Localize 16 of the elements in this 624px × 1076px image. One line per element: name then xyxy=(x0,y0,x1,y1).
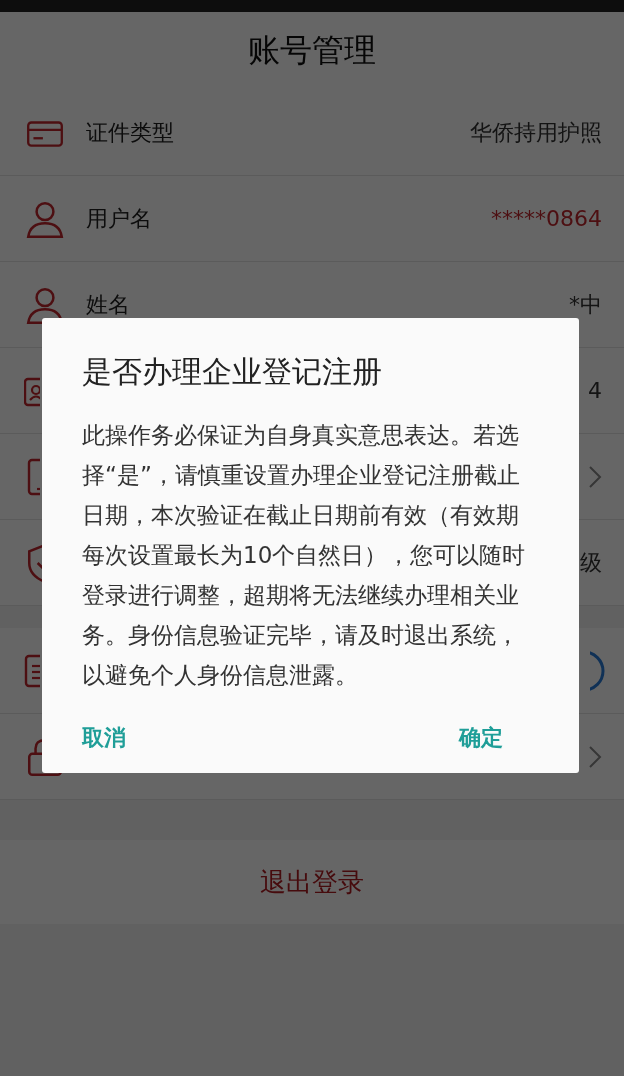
row-label: 证件类型 xyxy=(86,118,174,147)
chevron-right-icon xyxy=(588,464,602,489)
dialog-button[interactable]: 取消 xyxy=(70,715,138,761)
logout-button[interactable]: 退出登录 xyxy=(0,840,624,924)
dialog-title: 是否办理企业登记注册 xyxy=(82,353,383,391)
chevron-right-icon xyxy=(588,744,602,769)
row-label: 姓名 xyxy=(86,290,130,319)
row-value: *****0864 xyxy=(491,206,602,231)
row-value: 级 xyxy=(580,548,602,577)
dialog-button[interactable]: 确定 xyxy=(447,715,515,761)
row-label: 用户名 xyxy=(86,204,152,233)
row-value: 4 xyxy=(588,378,602,403)
page-title: 账号管理 xyxy=(248,30,376,71)
row-value: 华侨持用护照 xyxy=(470,118,602,147)
row-value: *中 xyxy=(569,290,602,319)
dialog-message: 此操作务必保证为自身真实意思表达。若选择“是”，请慎重设置办理企业登记注册截止日期，本次验证在截止日期前有效（有效期每次设置最长为10个自然日），您可以随时登录进行调整，超期将无法继续办理相关业务。身份信息验证完毕，请及时退出系统，以避免个人身份信息泄露。 xyxy=(82,421,527,690)
